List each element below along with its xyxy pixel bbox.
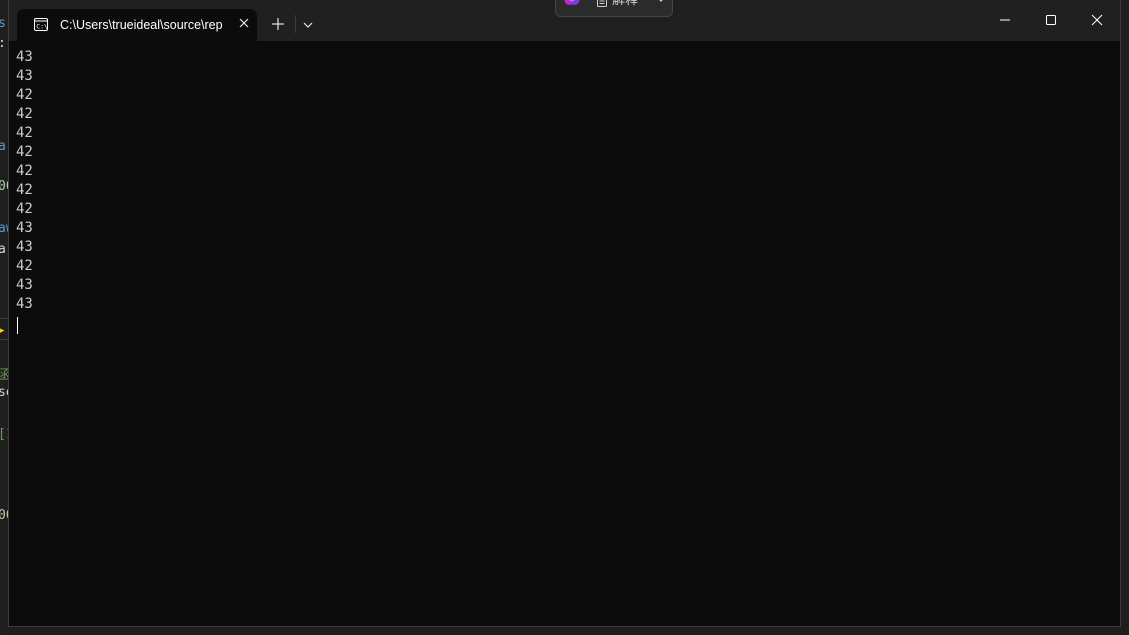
text-cursor (17, 317, 18, 334)
output-line: 43 (16, 239, 33, 255)
tab-terminal[interactable]: C:\ C:\Users\trueideal\source\rep (17, 9, 257, 41)
close-window-button[interactable] (1074, 0, 1120, 40)
chevron-down-icon (303, 22, 313, 28)
output-line: 43 (16, 220, 33, 236)
new-tab-button[interactable] (266, 12, 290, 36)
output-line: 43 (16, 296, 33, 312)
output-line: 42 (16, 125, 33, 141)
document-icon (597, 0, 607, 7)
output-line: 42 (16, 258, 33, 274)
chevron-down-icon[interactable] (656, 0, 666, 5)
terminal-window: C:\ C:\Users\trueideal\source\rep 43 43 … (8, 0, 1121, 627)
tab-close-button[interactable] (236, 15, 252, 31)
console-icon: C:\ (34, 18, 48, 31)
close-icon (1091, 14, 1103, 26)
tab-separator (295, 15, 296, 33)
svg-text:C:\: C:\ (36, 23, 48, 31)
output-line: 42 (16, 106, 33, 122)
terminal-output[interactable]: 43 43 42 42 42 42 42 42 42 43 43 42 43 4… (16, 48, 1116, 314)
output-line: 42 (16, 201, 33, 217)
plus-icon (272, 18, 284, 30)
bg-code-fragment: s (0, 16, 6, 31)
bg-code-fragment: a (0, 242, 6, 257)
bg-code-fragment: : (0, 36, 6, 51)
tab-dropdown-button[interactable] (297, 13, 319, 37)
output-line: 43 (16, 277, 33, 293)
translator-logo-icon (564, 0, 580, 5)
translation-toolbar[interactable]: 解释 (555, 0, 673, 17)
output-line: 42 (16, 87, 33, 103)
explain-button-label[interactable]: 解释 (612, 0, 638, 9)
output-line: 42 (16, 144, 33, 160)
output-line: 43 (16, 68, 33, 84)
maximize-button[interactable] (1028, 0, 1074, 40)
close-icon (239, 18, 249, 28)
output-line: 43 (16, 49, 33, 65)
bg-code-fragment: ▸ (0, 323, 6, 338)
minimize-icon (1000, 19, 1010, 21)
maximize-icon (1046, 15, 1056, 25)
output-line: 42 (16, 163, 33, 179)
minimize-button[interactable] (982, 0, 1028, 40)
tab-title: C:\Users\trueideal\source\rep (60, 18, 223, 32)
output-line: 42 (16, 182, 33, 198)
